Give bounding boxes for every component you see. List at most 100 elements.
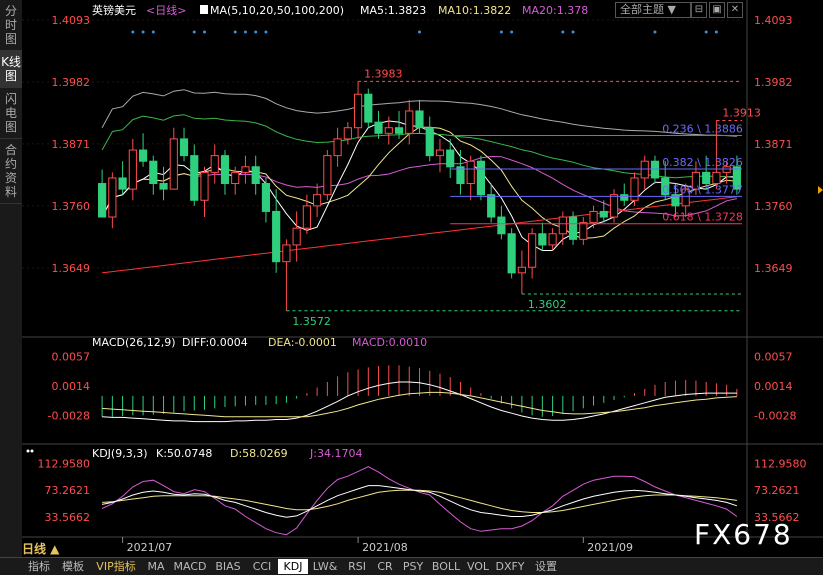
macd-tick-right: 0.0014 (754, 380, 793, 393)
fib-label: 0.236 \ 1.3886 (662, 123, 743, 136)
close-button[interactable]: ✕ (727, 2, 743, 18)
kdj-tick-right: 73.2621 (754, 484, 800, 497)
candle-body (579, 222, 588, 240)
tab-14[interactable]: DXFY (492, 559, 528, 574)
kdj-dot-icon (26, 449, 30, 453)
candle-body (118, 177, 127, 190)
theme-selector[interactable]: 全部主题 ▼ (615, 2, 691, 18)
indicator-tab-bar: 指标 模板 VIP指标 MA MACD BIAS CCI KDJ LW& RSI CR PSY BOLL… (0, 557, 823, 575)
candle-body (640, 160, 649, 179)
sidebar-item-3[interactable]: 合约资料 (0, 139, 22, 204)
tab-3[interactable]: MA (142, 559, 170, 574)
d-value: D:58.0269 (230, 447, 288, 460)
candle-body (149, 160, 158, 185)
sidebar: 分时图 K线图 闪电图 合约资料 (0, 0, 23, 560)
minimize-button[interactable]: ⊟ (691, 2, 707, 18)
tab-2[interactable]: VIP指标 (90, 559, 142, 574)
tab-15[interactable]: 设置 (528, 559, 564, 574)
candle-body (650, 160, 660, 179)
candle-body (138, 149, 148, 162)
y-tick-right: 1.3982 (754, 76, 793, 89)
signal-dot (264, 30, 268, 34)
tab-9[interactable]: RSI (342, 559, 372, 574)
period-label: <日线> (146, 3, 186, 17)
tab-4[interactable]: MACD (170, 559, 210, 574)
period-selector[interactable]: 日线 ▲ (22, 540, 59, 557)
signal-dot (418, 30, 421, 34)
sidebar-item-0[interactable]: 分时图 (0, 0, 22, 51)
macd-tick-right: 0.0057 (754, 350, 793, 363)
sidebar-item-2[interactable]: 闪电图 (0, 88, 22, 139)
watermark-logo: FX678 (694, 518, 793, 551)
ma5-value: MA5:1.3823 (360, 4, 426, 17)
macd-tick-left: -0.0028 (48, 409, 90, 422)
x-tick-label: 2021/08 (362, 541, 408, 554)
macd-title: MACD(26,12,9) (92, 336, 176, 349)
kdj-title: KDJ(9,3,3) (92, 447, 148, 460)
tab-12[interactable]: BOLL (428, 559, 464, 574)
candle-body (169, 138, 178, 190)
annotation-label: 1.3913 (722, 106, 761, 119)
x-tick-label: 2021/07 (127, 541, 173, 554)
tab-10[interactable]: CR (372, 559, 398, 574)
ma10-value: MA10:1.3822 (438, 4, 511, 17)
macd-tick-left: 0.0057 (52, 350, 91, 363)
maximize-button[interactable]: ▣ (709, 2, 725, 18)
signal-dot (131, 30, 135, 34)
candle-body (251, 166, 260, 185)
candle-body (353, 93, 363, 129)
candle-body (282, 244, 291, 263)
signal-dot (243, 30, 247, 34)
tab-1[interactable]: 模板 (56, 559, 90, 574)
signal-dot (233, 30, 237, 34)
tab-7[interactable]: KDJ (278, 559, 308, 574)
candle-body (476, 160, 486, 196)
candle-body (609, 194, 619, 218)
y-tick-right: 1.3760 (754, 200, 793, 213)
candle-body (159, 183, 168, 190)
candle-body (374, 121, 383, 134)
candle-body (343, 127, 352, 140)
signal-dot (499, 30, 503, 34)
j-value: J:34.1704 (309, 447, 362, 460)
symbol-title: 英镑美元 (92, 3, 136, 17)
macd-tick-right: -0.0028 (754, 409, 796, 422)
candle-body (261, 183, 271, 212)
candle-body (231, 171, 240, 185)
signal-dot (714, 30, 718, 34)
y-tick-left: 1.3982 (52, 76, 91, 89)
candle-body (190, 155, 199, 201)
sidebar-item-1[interactable]: K线图 (0, 51, 22, 88)
tab-13[interactable]: VOL (464, 559, 492, 574)
annotation-label: 1.3602 (528, 298, 567, 311)
tab-0[interactable]: 指标 (22, 559, 56, 574)
candle-body (323, 155, 332, 196)
candle-body (415, 110, 424, 129)
candle-body (302, 205, 311, 229)
x-tick-label: 2021/09 (587, 541, 633, 554)
candle-body (538, 233, 547, 246)
candle-body (630, 177, 639, 201)
signal-dot (510, 30, 514, 34)
candle-body (497, 216, 506, 235)
tab-6[interactable]: CCI (246, 559, 278, 574)
tab-5[interactable]: BIAS (210, 559, 246, 574)
candle-body (702, 171, 711, 185)
candle-body (241, 166, 250, 173)
y-tick-left: 1.3649 (52, 262, 91, 275)
candle-body (405, 110, 414, 134)
signal-dot (151, 30, 155, 34)
candle-body (589, 210, 598, 224)
tab-8[interactable]: LW& (308, 559, 342, 574)
y-tick-right: 1.4093 (754, 14, 793, 27)
candle-body (272, 210, 281, 263)
candle-body (487, 194, 496, 218)
annotation-label: 1.3572 (292, 315, 331, 328)
tab-11[interactable]: PSY (398, 559, 428, 574)
signal-dot (203, 30, 206, 34)
signal-dot (254, 30, 258, 34)
candle-body (446, 149, 455, 168)
y-tick-left: 1.4093 (52, 14, 91, 27)
theme-selector-label: 全部主题 (620, 3, 664, 16)
ma-label: MA(5,10,20,50,100,200) (210, 4, 344, 17)
